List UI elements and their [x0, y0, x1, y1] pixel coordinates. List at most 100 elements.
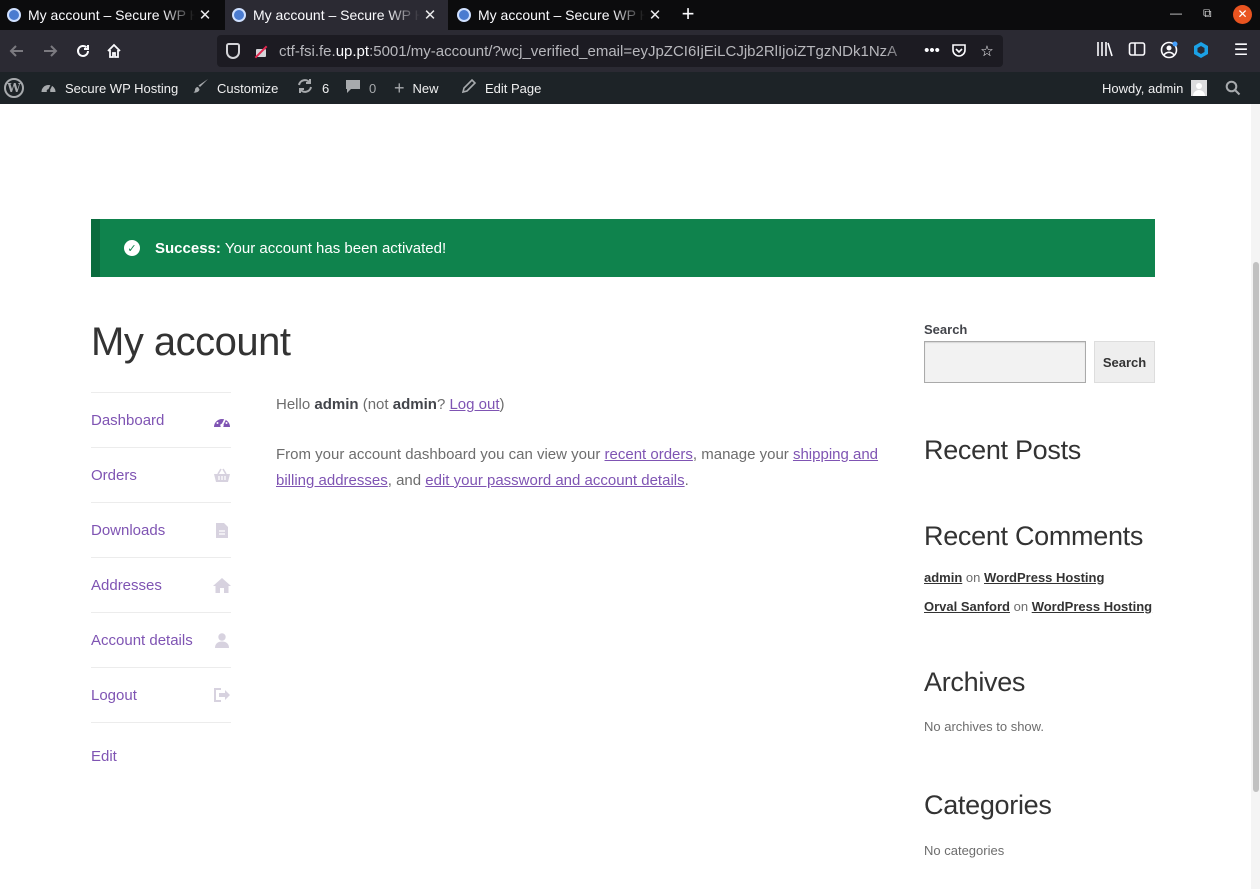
tracking-shield-icon[interactable]: [226, 43, 240, 59]
close-tab-icon[interactable]: ✕: [645, 6, 665, 24]
dashboard-icon: [40, 79, 57, 98]
dashboard-intro: From your account dashboard you can view…: [276, 446, 879, 489]
wordpress-logo-icon: W: [4, 78, 24, 98]
pocket-icon[interactable]: [950, 42, 968, 62]
account-nav-downloads[interactable]: Downloads: [91, 503, 231, 558]
categories-heading: Categories: [924, 790, 1052, 820]
notice-strong: Success:: [155, 239, 221, 257]
notice-text: Your account has been activated!: [224, 239, 447, 257]
account-nav-label: Downloads: [91, 521, 166, 539]
site-name-label: Secure WP Hosting: [65, 80, 179, 96]
recent-comments-heading: Recent Comments: [924, 521, 1144, 551]
recent-posts-heading: Recent Posts: [924, 435, 1081, 465]
archives-empty-text: No archives to show.: [924, 719, 1044, 734]
new-label: New: [412, 80, 439, 96]
account-icon[interactable]: [1159, 41, 1179, 61]
comment-author-link[interactable]: admin: [924, 570, 962, 585]
hamburger-icon[interactable]: ☰: [1231, 41, 1251, 61]
dashboard-icon: [213, 411, 231, 429]
logout-link[interactable]: Log out: [449, 396, 499, 413]
browser-tab-strip: My account – Secure WP Hosting ✕ My acco…: [0, 0, 1260, 30]
account-nav-addresses[interactable]: Addresses: [91, 558, 231, 613]
customize-link[interactable]: Customize: [193, 72, 278, 104]
reload-icon: [77, 44, 89, 57]
recent-orders-link[interactable]: recent orders: [605, 446, 693, 463]
home-icon: [107, 43, 121, 58]
search-button[interactable]: Search: [1094, 341, 1155, 383]
account-nav-logout[interactable]: Logout: [91, 668, 231, 723]
user-icon: [213, 631, 231, 649]
updates-link[interactable]: 6: [296, 72, 329, 104]
hello-message: Hello admin (not admin? Log out): [276, 396, 505, 413]
search-input[interactable]: [924, 341, 1086, 383]
comment-author-link[interactable]: Orval Sanford: [924, 599, 1010, 614]
browser-toolbar: ctf-fsi.fe.up.pt:5001/my-account/?wcj_ve…: [0, 30, 1260, 72]
new-tab-icon[interactable]: +: [676, 2, 700, 26]
restore-icon[interactable]: ⧉: [1203, 6, 1212, 21]
account-nav-label: Orders: [91, 466, 137, 484]
search-icon: [1225, 80, 1241, 96]
account-nav-label: Addresses: [91, 576, 162, 594]
account-nav-dashboard[interactable]: Dashboard: [91, 393, 231, 448]
avatar: [1191, 80, 1208, 96]
account-nav-label: Dashboard: [91, 411, 165, 429]
wp-admin-bar: W Secure WP Hosting Customize 6 0 + New …: [0, 72, 1260, 104]
browser-tab[interactable]: My account – Secure WP Hosting ✕: [450, 0, 673, 30]
close-tab-icon[interactable]: ✕: [420, 6, 440, 24]
account-nav-label: Account details: [91, 631, 193, 649]
recent-comment: Orval Sanford on WordPress Hosting: [924, 599, 1153, 614]
browser-tab[interactable]: My account – Secure WP Hosting ✕: [0, 0, 223, 30]
favicon-icon: [7, 8, 21, 22]
account-nav-orders[interactable]: Orders: [91, 448, 231, 503]
comments-link[interactable]: 0: [345, 72, 376, 104]
reload-button[interactable]: [70, 38, 96, 64]
archives-heading: Archives: [924, 667, 1026, 697]
updates-count: 6: [322, 80, 330, 96]
comment-post-link[interactable]: WordPress Hosting: [984, 570, 1104, 585]
comments-count: 0: [369, 80, 377, 96]
forward-button[interactable]: [37, 38, 63, 64]
favicon-icon: [232, 8, 246, 22]
account-details-link[interactable]: edit your password and account details: [425, 472, 684, 489]
file-icon: [213, 521, 231, 539]
extension-icon[interactable]: [1191, 41, 1211, 61]
updates-icon: [296, 78, 314, 98]
recent-comment: admin on WordPress Hosting: [924, 570, 1105, 585]
tab-title: My account – Secure WP Hosting: [28, 7, 195, 23]
edit-page-label: Edit Page: [485, 80, 542, 96]
scrollbar-thumb[interactable]: [1253, 262, 1259, 792]
library-icon[interactable]: [1095, 41, 1115, 61]
minimize-icon[interactable]: —: [1170, 6, 1182, 20]
account-navigation: Dashboard Orders Downloads Addresses Acc…: [91, 392, 231, 723]
url-bar[interactable]: ctf-fsi.fe.up.pt:5001/my-account/?wcj_ve…: [217, 35, 1003, 67]
back-button[interactable]: [4, 38, 30, 64]
tab-title: My account – Secure WP Hosting: [478, 7, 645, 23]
comment-icon: [345, 79, 361, 98]
account-nav-account-details[interactable]: Account details: [91, 613, 231, 668]
success-notice: ✓ Success: Your account has been activat…: [91, 219, 1155, 277]
page-actions-icon[interactable]: •••: [923, 42, 941, 59]
bookmark-star-icon[interactable]: ☆: [978, 42, 996, 60]
search-label: Search: [924, 322, 968, 337]
wp-logo-menu[interactable]: W: [4, 72, 24, 104]
edit-link[interactable]: Edit: [91, 748, 117, 765]
check-circle-icon: ✓: [124, 240, 140, 256]
new-content-menu[interactable]: + New: [394, 72, 439, 104]
howdy-label: Howdy, admin: [1102, 80, 1184, 96]
pencil-icon: [461, 78, 477, 98]
close-tab-icon[interactable]: ✕: [195, 6, 215, 24]
comment-post-link[interactable]: WordPress Hosting: [1032, 599, 1152, 614]
categories-empty-text: No categories: [924, 843, 1005, 858]
edit-page-link[interactable]: Edit Page: [461, 72, 541, 104]
sidebar-icon[interactable]: [1127, 41, 1147, 61]
window-close-icon[interactable]: ✕: [1233, 5, 1252, 24]
insecure-lock-icon[interactable]: [254, 44, 268, 58]
browser-tab-active[interactable]: My account – Secure WP Hosting ✕: [225, 0, 448, 30]
my-account-menu[interactable]: Howdy, admin: [1102, 72, 1208, 104]
basket-icon: [213, 466, 231, 484]
arrow-right-icon: [44, 45, 58, 57]
admin-search[interactable]: [1225, 72, 1241, 104]
home-button[interactable]: [101, 38, 127, 64]
site-name-menu[interactable]: Secure WP Hosting: [40, 72, 178, 104]
url-text[interactable]: ctf-fsi.fe.up.pt:5001/my-account/?wcj_ve…: [279, 43, 915, 60]
